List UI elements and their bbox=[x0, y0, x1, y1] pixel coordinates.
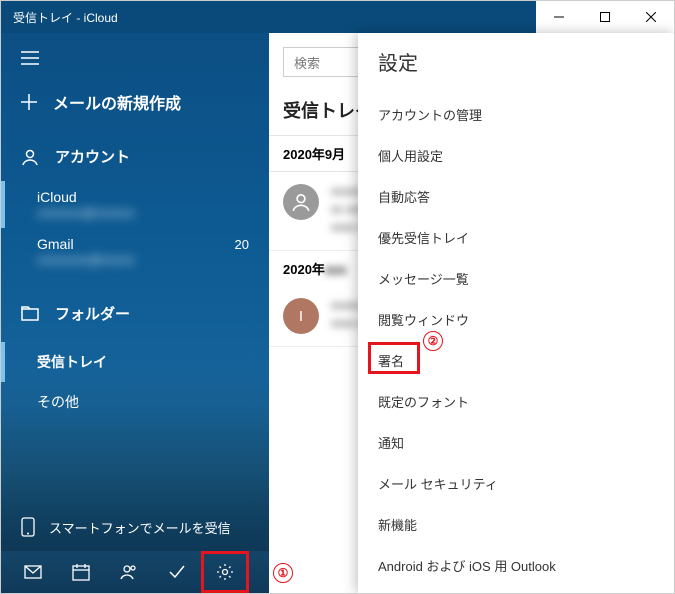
settings-item-auto-reply[interactable]: 自動応答 bbox=[358, 176, 674, 217]
settings-item-personalization[interactable]: 個人用設定 bbox=[358, 135, 674, 176]
account-name: Gmail bbox=[37, 236, 74, 252]
accounts-header[interactable]: アカウント bbox=[1, 136, 269, 181]
window-close-button[interactable] bbox=[628, 1, 674, 33]
annotation-2: ② bbox=[423, 331, 443, 351]
folders-header[interactable]: フォルダー bbox=[1, 293, 269, 338]
account-item-gmail[interactable]: Gmail 20 xxxxxxxx@xxxxx bbox=[1, 228, 269, 275]
calendar-icon-button[interactable] bbox=[57, 551, 105, 593]
settings-item-mail-security[interactable]: メール セキュリティ bbox=[358, 463, 674, 504]
settings-panel: 設定 アカウントの管理 個人用設定 自動応答 優先受信トレイ メッセージ一覧 閲… bbox=[358, 33, 674, 593]
avatar: I bbox=[283, 298, 319, 334]
people-icon-button[interactable] bbox=[105, 551, 153, 593]
account-name: iCloud bbox=[37, 189, 249, 205]
settings-item-whats-new[interactable]: 新機能 bbox=[358, 504, 674, 545]
bottom-toolbar bbox=[1, 551, 269, 593]
title-bar: 受信トレイ - iCloud bbox=[1, 1, 674, 33]
account-email: xxxxxxxx@xxxxx bbox=[37, 252, 249, 267]
account-email: xxxxxxx@xxxxxx bbox=[37, 205, 249, 220]
phone-icon bbox=[21, 517, 35, 537]
folders-header-label: フォルダー bbox=[55, 303, 130, 324]
plus-icon bbox=[21, 94, 37, 110]
accounts-header-label: アカウント bbox=[55, 146, 130, 167]
mail-icon-button[interactable] bbox=[9, 551, 57, 593]
window-maximize-button[interactable] bbox=[582, 1, 628, 33]
window-title: 受信トレイ - iCloud bbox=[13, 9, 118, 26]
settings-item-message-list[interactable]: メッセージ一覧 bbox=[358, 258, 674, 299]
phone-promo-label: スマートフォンでメールを受信 bbox=[49, 518, 231, 537]
unread-count: 20 bbox=[235, 237, 249, 252]
settings-item-default-font[interactable]: 既定のフォント bbox=[358, 381, 674, 422]
gear-icon bbox=[216, 563, 234, 581]
todo-icon-button[interactable] bbox=[153, 551, 201, 593]
account-item-icloud[interactable]: iCloud xxxxxxx@xxxxxx bbox=[1, 181, 269, 228]
folder-other[interactable]: その他 bbox=[1, 382, 269, 422]
folder-inbox[interactable]: 受信トレイ bbox=[1, 342, 269, 382]
phone-promo[interactable]: スマートフォンでメールを受信 bbox=[1, 503, 269, 551]
hamburger-menu-button[interactable] bbox=[1, 33, 269, 84]
compose-label: メールの新規作成 bbox=[53, 90, 181, 114]
avatar bbox=[283, 184, 319, 220]
settings-item-reading-pane[interactable]: 閲覧ウィンドウ bbox=[358, 299, 674, 340]
annotation-1: ① bbox=[273, 563, 293, 583]
folder-icon bbox=[21, 305, 39, 323]
settings-title: 設定 bbox=[358, 33, 674, 94]
settings-item-accounts[interactable]: アカウントの管理 bbox=[358, 94, 674, 135]
settings-item-notifications[interactable]: 通知 bbox=[358, 422, 674, 463]
person-icon bbox=[21, 148, 39, 166]
settings-icon-button[interactable] bbox=[201, 551, 249, 593]
settings-item-help[interactable]: ヘルプ bbox=[358, 586, 674, 594]
settings-item-signature[interactable]: 署名 bbox=[358, 340, 674, 381]
settings-item-focused-inbox[interactable]: 優先受信トレイ bbox=[358, 217, 674, 258]
settings-item-outlook-mobile[interactable]: Android および iOS 用 Outlook bbox=[358, 545, 674, 586]
compose-button[interactable]: メールの新規作成 bbox=[1, 84, 269, 136]
window-minimize-button[interactable] bbox=[536, 1, 582, 33]
sidebar: メールの新規作成 アカウント iCloud xxxxxxx@xxxxxx Gma… bbox=[1, 33, 269, 593]
